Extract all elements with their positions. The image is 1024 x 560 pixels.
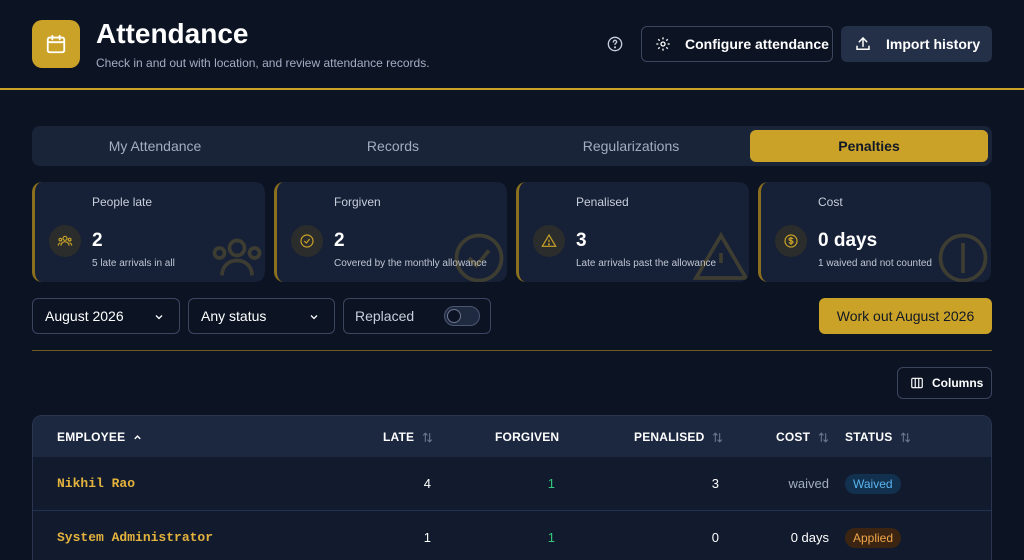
import-history-button[interactable]: Import history — [841, 26, 992, 62]
column-header-label: FORGIVEN — [495, 430, 560, 444]
forgiven-count: 1 — [547, 476, 555, 491]
penalties-table: EMPLOYEE LATE FORGIVEN PENALISED COST ST… — [32, 415, 992, 560]
gear-icon — [656, 37, 670, 51]
month-select[interactable]: August 2026 — [32, 298, 180, 334]
attendance-tabs: My Attendance Records Regularizations Pe… — [32, 126, 992, 166]
work-out-button[interactable]: Work out August 2026 — [819, 298, 992, 334]
card-value: 0 days — [818, 230, 878, 251]
table-row[interactable]: Nikhil Rao 4 1 3 waived Waived — [33, 457, 991, 511]
column-header-late[interactable]: LATE — [383, 430, 434, 444]
column-header-cost[interactable]: COST — [776, 430, 830, 444]
tab-records[interactable]: Records — [274, 130, 512, 162]
status-select-value: Any status — [201, 308, 267, 324]
cost-value: 0 days — [790, 530, 829, 545]
column-header-label: EMPLOYEE — [57, 430, 126, 444]
tab-penalties[interactable]: Penalties — [750, 130, 988, 162]
upload-icon — [856, 36, 870, 50]
card-label: People late — [92, 195, 153, 209]
help-icon[interactable] — [605, 34, 625, 54]
replaced-label: Replaced — [355, 308, 415, 324]
late-count: 1 — [423, 530, 431, 545]
card-value: 3 — [576, 230, 587, 251]
penalised-count: 0 — [711, 530, 719, 545]
forgiven-count: 1 — [547, 530, 555, 545]
status-badge: Applied — [845, 528, 902, 548]
chevron-up-icon — [134, 434, 142, 439]
sort-icon — [713, 431, 723, 443]
table-header: EMPLOYEE LATE FORGIVEN PENALISED COST ST… — [33, 416, 991, 457]
status-badge: Waived — [845, 474, 901, 494]
column-header-label: COST — [776, 430, 811, 444]
employee-name[interactable]: Nikhil Rao — [57, 476, 135, 491]
status-select[interactable]: Any status — [188, 298, 335, 334]
employee-name[interactable]: System Administrator — [57, 530, 213, 545]
card-cost: Cost 0 days 1 waived and not counted — [758, 182, 991, 282]
late-count: 4 — [423, 476, 431, 491]
tab-regularizations[interactable]: Regularizations — [512, 130, 750, 162]
column-header-employee[interactable]: EMPLOYEE — [57, 430, 143, 444]
card-label: Forgiven — [334, 195, 381, 209]
import-history-label: Import history — [886, 36, 981, 52]
calendar-icon — [32, 20, 80, 68]
sort-icon — [818, 431, 829, 443]
columns-button[interactable]: Columns — [897, 367, 992, 399]
column-header-penalised[interactable]: PENALISED — [634, 430, 724, 444]
month-select-value: August 2026 — [45, 308, 124, 324]
people-icon — [49, 225, 81, 257]
dollar-icon — [775, 225, 807, 257]
tab-my-attendance[interactable]: My Attendance — [36, 130, 274, 162]
page-subtitle: Check in and out with location, and revi… — [96, 56, 430, 70]
warning-icon — [533, 225, 565, 257]
dollar-icon — [938, 233, 988, 282]
penalised-count: 3 — [711, 476, 719, 491]
configure-attendance-button[interactable]: Configure attendance — [641, 26, 833, 62]
card-people-late: People late 2 5 late arrivals in all — [32, 182, 265, 282]
chevron-down-icon — [310, 315, 318, 320]
column-header-status[interactable]: STATUS — [845, 430, 912, 444]
cost-value: waived — [788, 476, 829, 491]
check-circle-icon — [291, 225, 323, 257]
people-icon — [212, 238, 262, 276]
card-value: 2 — [92, 230, 103, 251]
sort-icon — [423, 431, 433, 443]
card-label: Cost — [818, 195, 843, 209]
chevron-down-icon — [155, 315, 163, 320]
card-penalised: Penalised 3 Late arrivals past the allow… — [516, 182, 749, 282]
column-header-label: STATUS — [845, 430, 893, 444]
column-header-label: LATE — [383, 430, 415, 444]
card-value: 2 — [334, 230, 345, 251]
card-label: Penalised — [576, 195, 629, 209]
table-row[interactable]: System Administrator 1 1 0 0 days Applie… — [33, 511, 991, 560]
sort-icon — [901, 431, 911, 443]
card-note: 1 waived and not counted — [818, 258, 932, 269]
page-title: Attendance — [96, 18, 249, 49]
column-header-label: PENALISED — [634, 430, 705, 444]
columns-label: Columns — [932, 376, 984, 390]
page-header: Attendance Check in and out with locatio… — [0, 0, 1024, 90]
columns-icon — [911, 377, 923, 389]
replaced-toggle[interactable] — [444, 306, 480, 326]
divider — [32, 350, 992, 351]
configure-attendance-label: Configure attendance — [685, 36, 829, 52]
column-header-forgiven[interactable]: FORGIVEN — [495, 430, 559, 444]
toggle-knob — [447, 309, 461, 323]
warning-icon — [692, 231, 749, 280]
card-note: 5 late arrivals in all — [92, 258, 175, 269]
check-circle-icon — [454, 233, 504, 282]
card-forgiven: Forgiven 2 Covered by the monthly allowa… — [274, 182, 507, 282]
